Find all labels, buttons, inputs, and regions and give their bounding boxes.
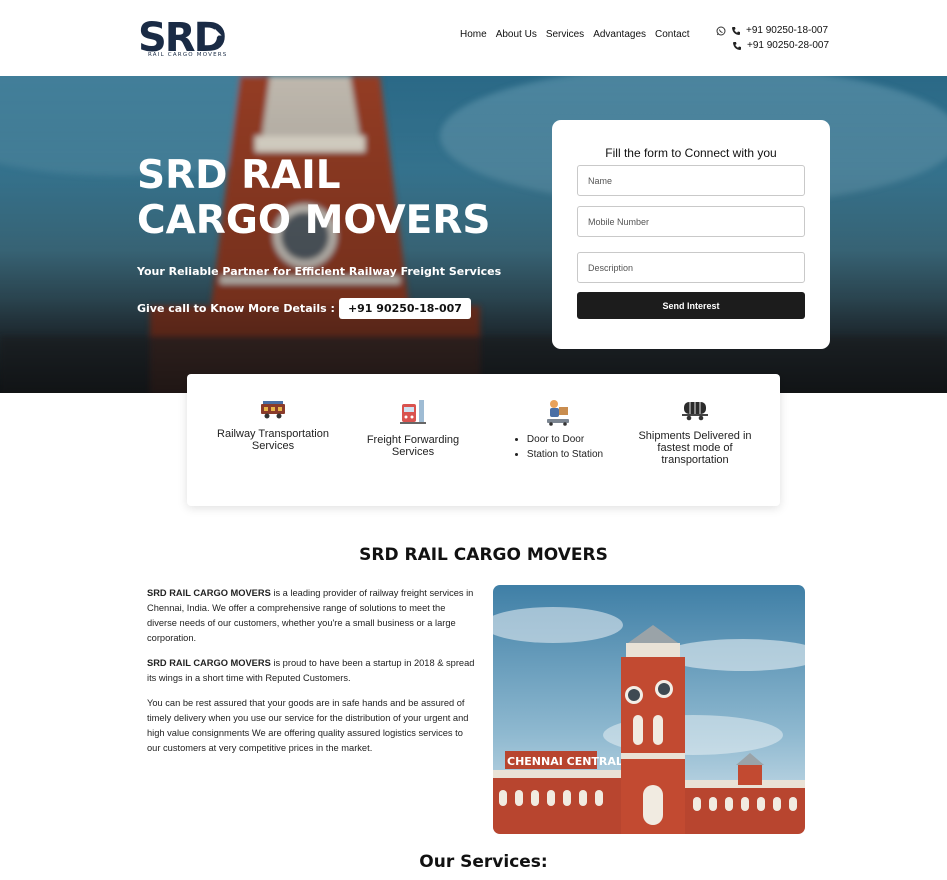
description-input[interactable]: Description xyxy=(577,252,805,283)
nav-about-us[interactable]: About Us xyxy=(496,29,537,40)
about-paragraph-3: You can be rest assured that your goods … xyxy=(147,698,469,753)
features-card: Railway Transportation Services Freight … xyxy=(187,374,780,506)
hero-subtitle: Your Reliable Partner for Efficient Rail… xyxy=(137,265,502,278)
site-header: SRD RAIL CARGO MOVERS Home About Us Serv… xyxy=(0,0,947,76)
about-text: SRD RAIL CARGO MOVERS is a leading provi… xyxy=(147,586,477,766)
chennai-central-sign: CHENNAI CENTRAL xyxy=(507,755,623,768)
list-item: Station to Station xyxy=(527,447,603,462)
feature-fastest-shipments: Shipments Delivered in fastest mode of t… xyxy=(630,398,760,466)
hero-call-row: Give call to Know More Details : +91 902… xyxy=(137,298,471,319)
nav-services[interactable]: Services xyxy=(546,29,584,40)
feature-railway-transportation: Railway Transportation Services xyxy=(208,398,338,452)
feature-label: Freight Forwarding Services xyxy=(366,434,460,458)
call-label: Give call to Know More Details : xyxy=(137,302,335,315)
delivery-worker-icon xyxy=(547,400,569,426)
hero-title: SRD RAIL CARGO MOVERS xyxy=(137,153,491,243)
nav-advantages[interactable]: Advantages xyxy=(593,29,646,40)
main-nav: Home About Us Services Advantages Contac… xyxy=(460,29,689,40)
freight-wagon-icon xyxy=(261,401,285,419)
phone-number-secondary[interactable]: +91 90250-28-007 xyxy=(747,38,829,53)
contact-row-primary: +91 90250-18-007 xyxy=(716,23,829,38)
chennai-central-image: CHENNAI CENTRAL xyxy=(493,585,805,834)
name-input[interactable]: Name xyxy=(577,165,805,196)
services-title: Our Services: xyxy=(419,852,548,872)
about-paragraph-1: SRD RAIL CARGO MOVERS is a leading provi… xyxy=(147,586,477,646)
send-interest-button[interactable]: Send Interest xyxy=(577,292,805,319)
tank-wagon-icon xyxy=(682,402,708,421)
feature-label: Shipments Delivered in fastest mode of t… xyxy=(638,430,752,466)
delivery-modes-list: Door to Door Station to Station xyxy=(513,432,603,462)
train-station-icon xyxy=(400,400,426,424)
call-number-button[interactable]: +91 90250-18-007 xyxy=(338,298,471,319)
form-title: Fill the form to Connect with you xyxy=(605,146,777,160)
phone-icon xyxy=(733,41,741,50)
list-item: Door to Door xyxy=(527,432,603,447)
mobile-number-input[interactable]: Mobile Number xyxy=(577,206,805,237)
nav-contact[interactable]: Contact xyxy=(655,29,689,40)
feature-label: Railway Transportation Services xyxy=(217,428,329,452)
contact-row-secondary: +91 90250-28-007 xyxy=(716,38,829,53)
company-name: SRD RAIL CARGO MOVERS xyxy=(147,588,271,598)
header-contact: +91 90250-18-007 +91 90250-28-007 xyxy=(716,23,829,53)
nav-home[interactable]: Home xyxy=(460,29,487,40)
enquiry-form: Fill the form to Connect with you Name M… xyxy=(552,120,830,349)
company-name: SRD RAIL CARGO MOVERS xyxy=(147,658,271,668)
logo-tagline: RAIL CARGO MOVERS xyxy=(148,52,228,58)
phone-icon xyxy=(732,26,740,35)
whatsapp-icon[interactable] xyxy=(716,26,726,36)
about-paragraph-2: SRD RAIL CARGO MOVERS is proud to have b… xyxy=(147,656,477,686)
feature-delivery-modes: Door to Door Station to Station xyxy=(493,398,623,462)
feature-freight-forwarding: Freight Forwarding Services xyxy=(348,398,478,458)
phone-number-primary[interactable]: +91 90250-18-007 xyxy=(746,23,828,38)
about-title: SRD RAIL CARGO MOVERS xyxy=(359,545,608,565)
